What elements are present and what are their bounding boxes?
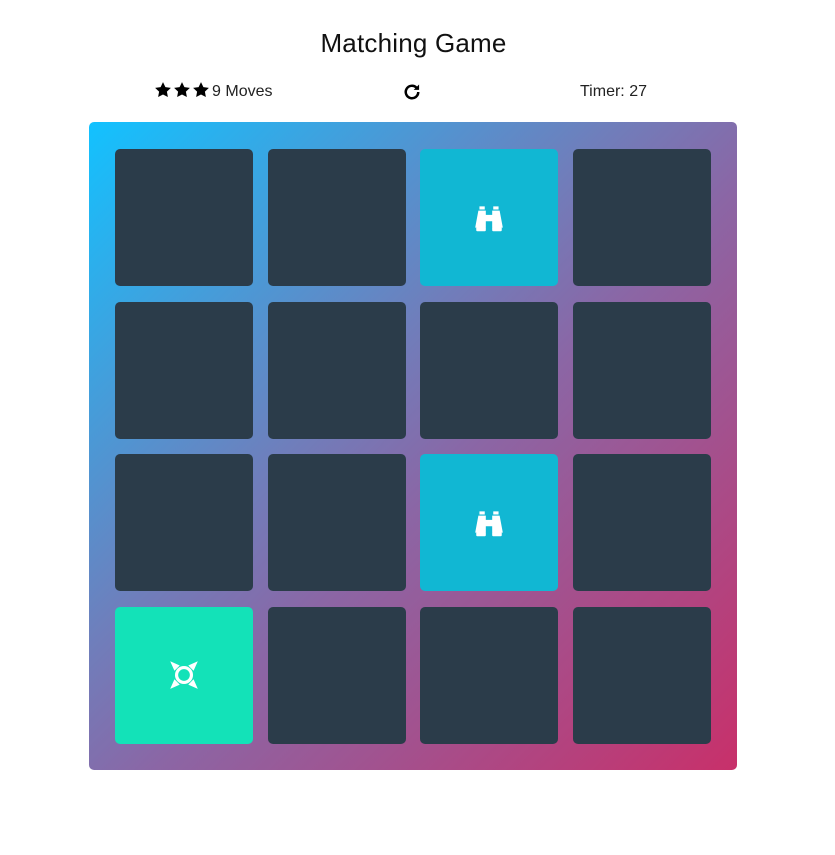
star-icon xyxy=(192,81,210,99)
moves-counter: 9 Moves xyxy=(212,83,272,101)
star-rating xyxy=(154,81,210,99)
card[interactable] xyxy=(572,606,711,744)
card[interactable] xyxy=(115,606,253,744)
card[interactable] xyxy=(420,149,558,286)
card[interactable] xyxy=(572,149,711,286)
card[interactable] xyxy=(267,301,406,439)
card[interactable] xyxy=(115,454,253,591)
timer-label: Timer: xyxy=(580,83,625,100)
binoculars-icon xyxy=(472,201,506,235)
star-icon xyxy=(173,81,191,99)
card-deck xyxy=(89,122,737,770)
card[interactable] xyxy=(267,606,406,744)
moves-label: Moves xyxy=(225,83,273,100)
moves-count: 9 xyxy=(212,83,221,100)
timer-value: 27 xyxy=(629,83,647,100)
page-title: Matching Game xyxy=(320,28,507,58)
card[interactable] xyxy=(267,454,406,591)
card[interactable] xyxy=(115,301,253,439)
redo-icon xyxy=(404,84,420,100)
restart-button[interactable] xyxy=(402,82,422,102)
binoculars-icon xyxy=(472,506,506,540)
score-panel: 9 Moves Timer: 27 xyxy=(0,80,835,106)
card[interactable] xyxy=(115,149,253,286)
card[interactable] xyxy=(572,454,711,591)
timer: Timer: 27 xyxy=(580,83,647,101)
card[interactable] xyxy=(420,454,558,591)
life-ring-icon xyxy=(167,658,201,692)
star-icon xyxy=(154,81,172,99)
card[interactable] xyxy=(420,301,558,439)
card[interactable] xyxy=(420,606,558,744)
card[interactable] xyxy=(572,301,711,439)
card[interactable] xyxy=(267,149,406,286)
